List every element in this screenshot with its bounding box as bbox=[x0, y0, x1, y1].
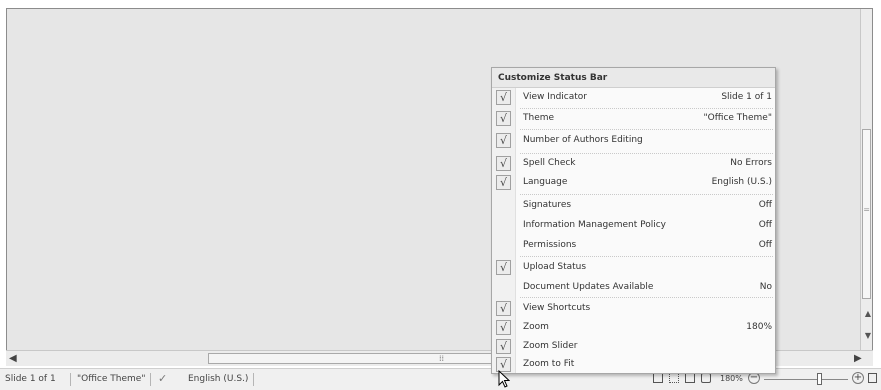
menu-item-view-shortcuts[interactable]: √ View Shortcuts bbox=[492, 301, 775, 319]
menu-title: Customize Status Bar bbox=[492, 68, 775, 88]
menu-item-upload-status[interactable]: √ Upload Status bbox=[492, 260, 775, 278]
menu-item-zoom[interactable]: √ Zoom 180% bbox=[492, 320, 775, 338]
menu-item-theme[interactable]: √ Theme "Office Theme" bbox=[492, 111, 775, 129]
menu-separator bbox=[520, 129, 773, 130]
menu-item-value: Slide 1 of 1 bbox=[721, 92, 772, 102]
menu-item-label: Document Updates Available bbox=[523, 282, 654, 292]
menu-item-label: View Shortcuts bbox=[523, 303, 591, 313]
check-mark-icon: √ bbox=[496, 90, 511, 105]
customize-status-bar-menu: Customize Status Bar √ View Indicator Sl… bbox=[491, 67, 776, 374]
menu-item-label: Number of Authors Editing bbox=[523, 135, 643, 145]
vertical-scroll-thumb[interactable] bbox=[862, 129, 871, 299]
menu-item-label: Zoom Slider bbox=[523, 341, 578, 351]
menu-item-value: English (U.S.) bbox=[711, 177, 772, 187]
menu-item-label: Permissions bbox=[523, 240, 577, 250]
menu-item-document-updates-available[interactable]: Document Updates Available No bbox=[492, 280, 775, 298]
menu-item-view-indicator[interactable]: √ View Indicator Slide 1 of 1 bbox=[492, 90, 775, 108]
menu-item-value: Off bbox=[758, 240, 772, 250]
menu-item-value: No Errors bbox=[730, 158, 772, 168]
menu-item-label: Theme bbox=[523, 113, 555, 123]
menu-item-label: Language bbox=[523, 177, 568, 187]
status-divider bbox=[70, 373, 71, 386]
theme-indicator[interactable]: "Office Theme" bbox=[77, 374, 145, 384]
check-mark-icon: √ bbox=[496, 156, 511, 171]
menu-item-signatures[interactable]: Signatures Off bbox=[492, 198, 775, 216]
check-mark-icon: √ bbox=[496, 175, 511, 190]
menu-separator bbox=[520, 256, 773, 257]
menu-item-value: Off bbox=[758, 220, 772, 230]
menu-item-value: 180% bbox=[746, 322, 772, 332]
zoom-slider-handle[interactable] bbox=[817, 373, 822, 385]
menu-item-label: Signatures bbox=[523, 200, 572, 210]
menu-item-label: Zoom to Fit bbox=[523, 359, 575, 369]
fit-to-window-icon[interactable] bbox=[868, 373, 877, 383]
menu-separator bbox=[520, 108, 773, 109]
scroll-left-icon[interactable]: ◀ bbox=[9, 353, 17, 364]
menu-item-label: Zoom bbox=[523, 322, 549, 332]
menu-item-number-of-authors-editing[interactable]: √ Number of Authors Editing bbox=[492, 133, 775, 151]
status-divider bbox=[253, 373, 254, 386]
menu-item-value: "Office Theme" bbox=[703, 113, 772, 123]
mouse-cursor-icon bbox=[498, 370, 510, 388]
scroll-grip-icon: ⁞⁞ bbox=[439, 354, 445, 363]
menu-item-label: Spell Check bbox=[523, 158, 576, 168]
check-mark-icon: √ bbox=[496, 301, 511, 316]
zoom-in-icon[interactable]: + bbox=[852, 372, 864, 384]
menu-separator bbox=[520, 297, 773, 298]
menu-item-language[interactable]: √ Language English (U.S.) bbox=[492, 175, 775, 193]
menu-item-information-management-policy[interactable]: Information Management Policy Off bbox=[492, 218, 775, 236]
next-slide-icon[interactable]: ▼ bbox=[865, 331, 871, 340]
menu-item-label: Upload Status bbox=[523, 262, 587, 272]
menu-separator bbox=[520, 153, 773, 154]
check-mark-icon: √ bbox=[496, 133, 511, 148]
previous-slide-icon[interactable]: ▲ bbox=[865, 309, 871, 318]
vertical-scrollbar[interactable]: = ▲ ▼ bbox=[860, 9, 872, 365]
menu-item-value: No bbox=[759, 282, 772, 292]
slide-indicator[interactable]: Slide 1 of 1 bbox=[5, 374, 56, 384]
menu-separator bbox=[520, 194, 773, 195]
menu-item-label: Information Management Policy bbox=[523, 220, 666, 230]
menu-item-zoom-to-fit[interactable]: √ Zoom to Fit bbox=[492, 357, 775, 375]
check-mark-icon: √ bbox=[496, 111, 511, 126]
menu-item-value: Off bbox=[758, 200, 772, 210]
menu-item-permissions[interactable]: Permissions Off bbox=[492, 238, 775, 256]
check-mark-icon: √ bbox=[496, 260, 511, 275]
menu-item-zoom-slider[interactable]: √ Zoom Slider bbox=[492, 339, 775, 357]
zoom-slider-track[interactable] bbox=[764, 379, 848, 380]
check-mark-icon: √ bbox=[496, 320, 511, 335]
menu-item-spell-check[interactable]: √ Spell Check No Errors bbox=[492, 156, 775, 174]
language-indicator[interactable]: English (U.S.) bbox=[188, 374, 248, 384]
check-mark-icon: √ bbox=[496, 339, 511, 354]
scroll-right-icon[interactable]: ▶ bbox=[854, 353, 862, 364]
zoom-level[interactable]: 180% bbox=[720, 374, 743, 383]
menu-item-label: View Indicator bbox=[523, 92, 587, 102]
spell-check-icon[interactable]: ✓ bbox=[158, 372, 167, 385]
vertical-grip-icon: = bbox=[863, 205, 870, 214]
status-divider bbox=[150, 373, 151, 386]
